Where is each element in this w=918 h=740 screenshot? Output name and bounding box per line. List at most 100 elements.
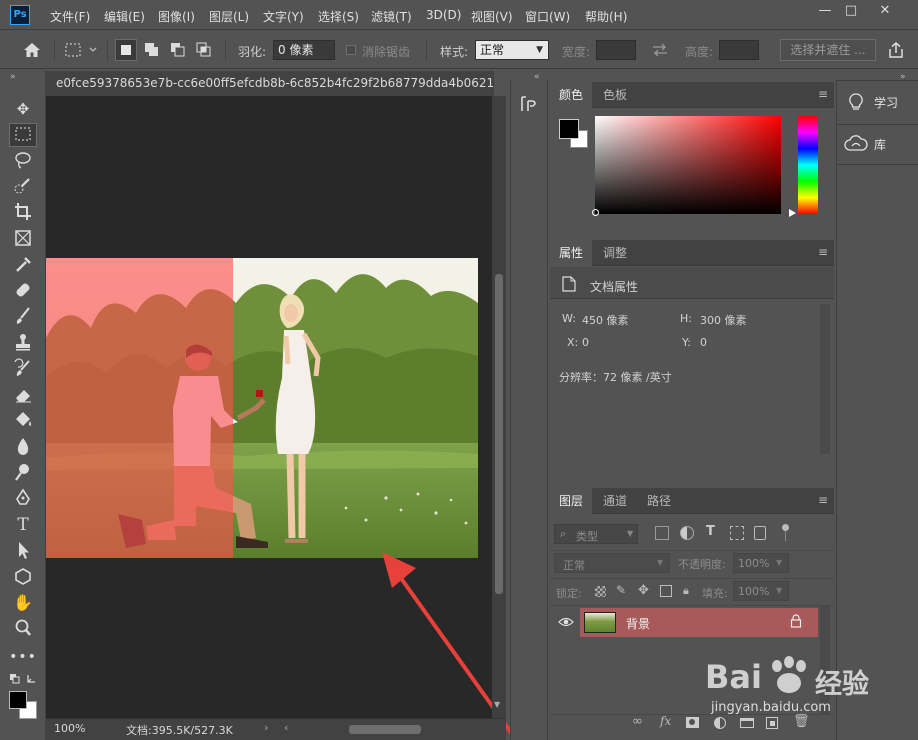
panel-menu-icon[interactable]: ≡: [818, 88, 828, 100]
marquee-preset-icon[interactable]: [64, 41, 100, 59]
menu-view[interactable]: 视图(V): [471, 8, 513, 25]
history-brush-tool-icon[interactable]: [9, 357, 37, 381]
expand-panels-icon[interactable]: «: [534, 72, 540, 82]
lock-all-icon[interactable]: 🔒︎: [683, 584, 689, 598]
menu-layer[interactable]: 图层(L): [209, 8, 249, 25]
menu-filter[interactable]: 滤镜(T): [371, 8, 412, 25]
move-tool-icon[interactable]: ✥: [9, 97, 37, 121]
share-icon[interactable]: [886, 41, 906, 59]
layer-lock-icon[interactable]: [790, 614, 802, 628]
lock-pixels-icon[interactable]: ✎: [616, 583, 626, 597]
filter-toggle-icon[interactable]: [782, 524, 789, 531]
intersect-selection-icon[interactable]: [193, 39, 215, 61]
eraser-tool-icon[interactable]: [9, 383, 37, 407]
hue-slider[interactable]: [798, 116, 818, 214]
panel-menu-icon[interactable]: ≡: [818, 246, 828, 258]
new-selection-icon[interactable]: [115, 39, 137, 61]
zoom-level[interactable]: 100%: [54, 722, 85, 735]
lock-transparency-icon[interactable]: [595, 586, 606, 597]
brush-tool-icon[interactable]: [9, 305, 37, 329]
status-menu-icon[interactable]: ›: [264, 721, 268, 734]
menu-file[interactable]: 文件(F): [50, 8, 90, 25]
lightbulb-icon[interactable]: [848, 92, 864, 112]
layer-name[interactable]: 背景: [626, 615, 650, 632]
menu-window[interactable]: 窗口(W): [525, 8, 570, 25]
healing-brush-tool-icon[interactable]: [9, 279, 37, 303]
type-tool-icon[interactable]: T: [9, 513, 37, 537]
lock-position-icon[interactable]: ✥: [638, 583, 649, 598]
photo-canvas[interactable]: [46, 258, 478, 558]
panel-menu-icon[interactable]: ≡: [818, 494, 828, 506]
more-tools-icon[interactable]: •••: [9, 645, 37, 669]
height-input[interactable]: [719, 40, 759, 60]
zoom-tool-icon[interactable]: [9, 617, 37, 641]
menu-edit[interactable]: 编辑(E): [104, 8, 145, 25]
select-and-mask-button[interactable]: 选择并遮住 ...: [780, 39, 876, 61]
frame-tool-icon[interactable]: [9, 227, 37, 251]
libraries-label[interactable]: 库: [874, 134, 886, 156]
properties-scrollbar[interactable]: [820, 304, 830, 454]
tab-color[interactable]: 颜色: [550, 82, 593, 108]
menu-select[interactable]: 选择(S): [318, 8, 359, 25]
document-tab[interactable]: e0fce59378653e7b-cc6e00ff5efcdb8b-6c852b…: [46, 71, 494, 96]
learn-label[interactable]: 学习: [874, 92, 898, 114]
libraries-cloud-icon[interactable]: [844, 135, 868, 153]
width-prop-value[interactable]: 450 像素: [582, 312, 629, 328]
antialias-checkbox[interactable]: [346, 45, 356, 55]
swap-icon[interactable]: [650, 42, 670, 58]
horizontal-scroll-thumb[interactable]: [349, 725, 421, 734]
color-swatches[interactable]: [8, 690, 38, 720]
menu-type[interactable]: 文字(Y): [263, 8, 304, 25]
subtract-selection-icon[interactable]: [167, 39, 189, 61]
height-prop-value[interactable]: 300 像素: [700, 312, 747, 328]
lasso-tool-icon[interactable]: [9, 149, 37, 173]
scroll-left-icon[interactable]: ‹: [284, 721, 288, 734]
foreground-color-chip[interactable]: [559, 119, 579, 139]
tab-swatches[interactable]: 色板: [594, 82, 636, 108]
layer-filter-select[interactable]: ⌕ 类型 ▼: [554, 524, 638, 544]
filter-adjustment-icon[interactable]: [680, 526, 694, 540]
default-colors-icon[interactable]: [9, 672, 39, 688]
y-prop-value[interactable]: 0: [700, 336, 707, 349]
menu-image[interactable]: 图像(I): [158, 8, 195, 25]
pen-tool-icon[interactable]: [9, 487, 37, 511]
layer-row[interactable]: 背景: [580, 608, 818, 637]
tab-paths[interactable]: 路径: [638, 488, 680, 514]
foreground-color-swatch[interactable]: [9, 691, 27, 709]
vertical-scrollbar[interactable]: ▼: [492, 96, 506, 718]
crop-tool-icon[interactable]: [9, 201, 37, 225]
filter-smart-object-icon[interactable]: [754, 526, 766, 540]
history-icon[interactable]: [518, 93, 540, 115]
home-icon[interactable]: [22, 41, 42, 59]
lock-artboard-icon[interactable]: [660, 585, 672, 597]
layer-effects-icon[interactable]: fx: [660, 714, 671, 728]
menu-help[interactable]: 帮助(H): [585, 8, 627, 25]
blend-mode-select[interactable]: 正常 ▼: [554, 553, 670, 573]
shape-tool-icon[interactable]: [9, 565, 37, 589]
fill-input[interactable]: 100% ▼: [733, 581, 789, 601]
add-mask-icon[interactable]: [686, 717, 699, 728]
width-input[interactable]: [596, 40, 636, 60]
filter-shape-icon[interactable]: [730, 526, 744, 540]
feather-input[interactable]: 0 像素: [273, 40, 335, 60]
visibility-eye-icon[interactable]: [558, 616, 574, 628]
dodge-tool-icon[interactable]: [9, 461, 37, 485]
x-prop-value[interactable]: 0: [582, 336, 589, 349]
filter-pixel-icon[interactable]: [655, 526, 669, 540]
tab-channels[interactable]: 通道: [594, 488, 636, 514]
color-picker-handle[interactable]: [592, 209, 599, 216]
scroll-thumb[interactable]: [495, 274, 503, 594]
marquee-tool-icon[interactable]: [9, 123, 37, 147]
style-select[interactable]: 正常 ▼: [475, 40, 549, 60]
add-selection-icon[interactable]: [141, 39, 163, 61]
color-field[interactable]: [592, 116, 781, 216]
path-selection-tool-icon[interactable]: [9, 539, 37, 563]
filter-type-icon[interactable]: T: [706, 524, 715, 539]
opacity-input[interactable]: 100% ▼: [733, 553, 789, 573]
menu-3d[interactable]: 3D(D): [426, 8, 461, 22]
hand-tool-icon[interactable]: ✋: [9, 591, 37, 615]
clone-stamp-tool-icon[interactable]: [9, 331, 37, 355]
tab-properties[interactable]: 属性: [550, 240, 593, 266]
blur-tool-icon[interactable]: [9, 435, 37, 459]
restore-button[interactable]: □: [834, 0, 868, 22]
